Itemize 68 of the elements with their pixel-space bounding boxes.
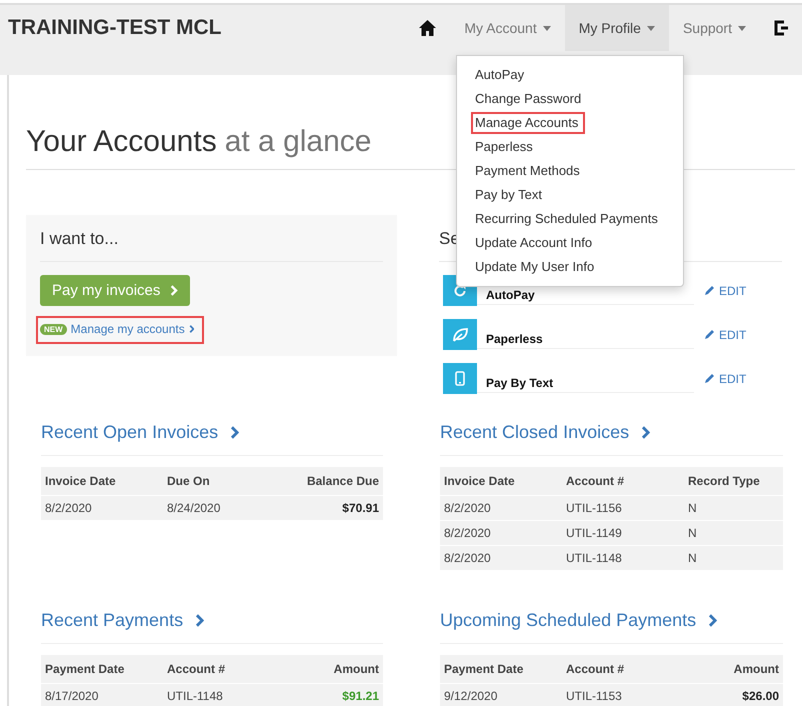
menu-item[interactable]: Pay by Text xyxy=(457,183,683,207)
table-cell-text: 8/2/2020 xyxy=(444,551,492,565)
table-cell-text: UTIL-1156 xyxy=(566,501,623,515)
table-cell-text: 9/12/2020 xyxy=(444,689,498,703)
section-title[interactable]: Recent Open Invoices xyxy=(41,422,383,456)
column-header: Balance Due xyxy=(306,474,379,488)
setting-label: Pay By Text xyxy=(477,364,694,393)
edit-link[interactable]: EDIT xyxy=(704,372,746,386)
menu-item[interactable]: Change Password xyxy=(457,87,683,111)
chevron-icon xyxy=(641,426,650,439)
nav-menu[interactable]: Support xyxy=(668,5,760,51)
chevron-icon xyxy=(188,325,194,333)
brand-title: TRAINING-TEST MCL xyxy=(8,16,222,40)
table-cell-text: UTIL-1153 xyxy=(566,689,623,703)
table-cell-text: 8/24/2020 xyxy=(167,501,222,515)
leaf-icon xyxy=(452,328,468,342)
menu-item[interactable]: Update Account Info xyxy=(457,231,683,255)
nav-menu[interactable]: My Profile xyxy=(564,5,669,51)
setting-label: Paperless xyxy=(477,320,694,349)
table-cell-text: 8/2/2020 xyxy=(45,501,93,515)
column-header: Account # xyxy=(167,662,226,676)
column-header: Payment Date xyxy=(444,662,524,676)
table-cell-text: UTIL-1149 xyxy=(566,526,623,540)
pencil-icon xyxy=(704,373,715,384)
chevron-icon xyxy=(170,285,178,296)
pencil-icon xyxy=(704,329,715,340)
table-cell-text: $91.21 xyxy=(341,689,379,703)
column-header: Account # xyxy=(566,662,626,676)
column-header: Amount xyxy=(332,662,379,676)
edit-link[interactable]: EDIT xyxy=(704,328,746,342)
table-cell-text: $70.91 xyxy=(341,501,379,515)
phone-icon xyxy=(455,371,465,386)
table-cell-text: 8/2/2020 xyxy=(444,501,492,515)
panel-title: I want to... xyxy=(40,229,383,262)
caret-icon xyxy=(646,26,655,30)
section-title[interactable]: Recent Closed Invoices xyxy=(440,422,783,456)
column-header: Invoice Date xyxy=(444,474,516,488)
caret-icon xyxy=(738,26,746,30)
home-icon[interactable] xyxy=(419,20,436,36)
caret-icon xyxy=(542,26,551,30)
table-cell-text: UTIL-1148 xyxy=(167,689,224,703)
menu-item[interactable]: Manage Accounts xyxy=(457,111,683,135)
column-header: Account # xyxy=(566,474,626,488)
menu-item[interactable]: Recurring Scheduled Payments xyxy=(457,207,683,231)
section-title[interactable]: Recent Payments xyxy=(41,610,383,644)
column-header: Payment Date xyxy=(45,662,126,676)
table-cell-text: N xyxy=(688,526,698,540)
chevron-icon xyxy=(230,426,240,439)
column-header: Amount xyxy=(732,662,779,676)
pay-button[interactable]: Pay my invoices xyxy=(40,275,190,306)
section-title[interactable]: Upcoming Scheduled Payments xyxy=(440,610,783,644)
pencil-icon xyxy=(704,285,715,296)
nav-menu[interactable]: My Account xyxy=(450,5,565,51)
menu-item[interactable]: Paperless xyxy=(457,135,683,159)
edit-link[interactable]: EDIT xyxy=(704,284,746,298)
chevron-icon xyxy=(195,614,204,627)
column-header: Due On xyxy=(167,474,211,488)
column-header: Invoice Date xyxy=(45,474,117,488)
table-cell-text: N xyxy=(688,551,698,565)
logout-icon[interactable] xyxy=(774,20,788,36)
table-cell-text: $26.00 xyxy=(741,689,779,703)
table-cell-text: 8/17/2020 xyxy=(45,689,100,703)
table-cell-text: N xyxy=(688,501,698,515)
table-cell-text: UTIL-1148 xyxy=(566,551,623,565)
table-cell-text: 8/2/2020 xyxy=(444,526,492,540)
chevron-icon xyxy=(708,614,718,627)
manage-link[interactable]: NEW Manage my accounts xyxy=(38,318,202,342)
column-header: Record Type xyxy=(688,474,761,488)
